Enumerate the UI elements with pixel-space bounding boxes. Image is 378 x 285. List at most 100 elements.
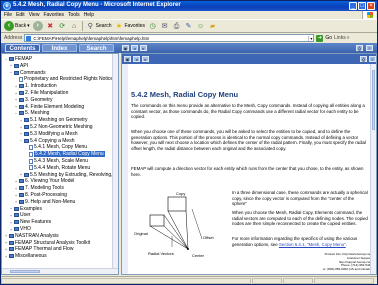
print-icon[interactable]: ⎙: [172, 22, 181, 31]
tree-item[interactable]: 5.4.3 Mesh, Scale Menu: [24, 158, 88, 164]
tree-item[interactable]: +5.2 Non-Geometric Meshing: [19, 124, 93, 130]
expand-node-icon[interactable]: +: [14, 193, 18, 198]
mail-icon[interactable]: ✉: [160, 22, 169, 31]
address-dropdown-icon[interactable]: ▾: [308, 35, 313, 41]
forward-button[interactable]: ›: [32, 21, 43, 31]
tree-item[interactable]: + Examples: [9, 206, 42, 212]
tree-item[interactable]: +5.5 Meshing by Extruding, Revolving, a: [19, 172, 117, 178]
tree-item[interactable]: +7. Modeling Tools: [14, 185, 64, 191]
links-button[interactable]: Links »: [334, 35, 349, 41]
tree-item[interactable]: − 5. Meshing: [14, 110, 50, 116]
topic-forward-icon[interactable]: ▸: [142, 56, 149, 62]
expand-node-icon[interactable]: +: [14, 91, 18, 96]
tree-vertical-scrollbar[interactable]: [112, 54, 118, 268]
expand-node-icon[interactable]: +: [9, 213, 13, 218]
tree-item[interactable]: + FEMAP Structural Analysis Toolkit: [4, 240, 90, 246]
close-button[interactable]: ×: [367, 2, 375, 10]
menu-favorites[interactable]: Favorites: [43, 12, 64, 18]
tab-index[interactable]: Index: [42, 44, 77, 52]
history-icon[interactable]: ◷: [148, 22, 157, 31]
tab-search[interactable]: Search: [79, 44, 114, 52]
tree-item[interactable]: + User: [9, 212, 31, 218]
print-topic-icon[interactable]: ⎙: [356, 45, 363, 51]
tree-item[interactable]: + Miscellaneous: [4, 253, 47, 259]
tree-item[interactable]: + NASTRAN Analysis: [4, 233, 59, 239]
search-button[interactable]: ⚲ Search: [86, 22, 112, 31]
section-link[interactable]: Section 5.4.1, "Mesh, Copy Menu": [279, 242, 346, 247]
expand-node-icon[interactable]: +: [4, 240, 8, 245]
topic-options-icon[interactable]: ≡: [369, 56, 376, 62]
maximize-button[interactable]: □: [358, 2, 366, 10]
expand-node-icon[interactable]: +: [19, 118, 23, 123]
tree-item[interactable]: + FEMAP Thermal and Flow: [4, 246, 74, 252]
tree-item[interactable]: +6. Viewing Your Model: [14, 178, 75, 184]
collapse-node-icon[interactable]: −: [4, 57, 8, 62]
topic-back-icon[interactable]: ◂: [133, 56, 140, 62]
title-bar[interactable]: e 5.4.2 Mesh, Radial Copy Menu - Microso…: [1, 1, 377, 11]
tree-horizontal-scrollbar[interactable]: [2, 268, 118, 274]
tree-item[interactable]: +5.1 Meshing on Geometry: [19, 117, 88, 123]
menu-help[interactable]: Help: [84, 12, 94, 18]
expand-node-icon[interactable]: +: [14, 179, 18, 184]
favorites-button[interactable]: ★ Favorites: [114, 22, 145, 31]
back-button[interactable]: ‹ Back ▾: [4, 21, 30, 31]
expand-node-icon[interactable]: +: [4, 247, 8, 252]
expand-node-icon[interactable]: +: [14, 186, 18, 191]
next-topic-icon[interactable]: ▸: [140, 45, 147, 51]
tree-item[interactable]: − FEMAP: [4, 56, 32, 62]
tab-contents[interactable]: Contents: [5, 44, 40, 52]
expand-node-icon[interactable]: +: [9, 227, 13, 232]
menu-tools[interactable]: Tools: [68, 12, 80, 18]
tree-item[interactable]: +5.3 Modifying a Mesh: [19, 131, 78, 137]
topic-scroll-thumb[interactable]: [372, 70, 375, 130]
topic-print-icon[interactable]: ⎙: [360, 56, 367, 62]
tree-item[interactable]: +1. Introduction: [14, 83, 57, 89]
go-label[interactable]: Go: [325, 35, 332, 41]
home-icon[interactable]: ⌂: [70, 22, 79, 31]
expand-node-icon[interactable]: +: [9, 63, 13, 68]
tree-item[interactable]: + API: [9, 63, 28, 69]
options-icon[interactable]: ≡: [366, 45, 373, 51]
previous-topic-icon[interactable]: ◂: [131, 45, 138, 51]
expand-node-icon[interactable]: +: [14, 97, 18, 102]
menu-edit[interactable]: Edit: [16, 12, 25, 18]
tree-item[interactable]: +3. Geometry: [14, 97, 53, 103]
refresh-icon[interactable]: ⟳: [58, 22, 67, 31]
hide-pane-icon[interactable]: ▣: [122, 45, 129, 51]
back-dropdown-icon[interactable]: ▾: [27, 23, 30, 29]
tree-item[interactable]: 5.4.4 Mesh, Rotate Menu: [24, 165, 90, 171]
expand-node-icon[interactable]: +: [19, 131, 23, 136]
tree-item[interactable]: +8. Post-Processing: [14, 192, 67, 198]
expand-node-icon[interactable]: +: [19, 172, 23, 177]
menu-view[interactable]: View: [29, 12, 40, 18]
collapse-node-icon[interactable]: −: [19, 138, 23, 143]
tree-item[interactable]: +4. Finite Element Modeling: [14, 104, 84, 110]
menu-file[interactable]: File: [4, 12, 12, 18]
expand-node-icon[interactable]: +: [14, 84, 18, 89]
tree-scroll-thumb[interactable]: [10, 270, 40, 273]
expand-node-icon[interactable]: +: [19, 125, 23, 130]
topic-vertical-scrollbar[interactable]: [370, 64, 376, 274]
expand-node-icon[interactable]: +: [9, 220, 13, 225]
expand-node-icon[interactable]: +: [9, 206, 13, 211]
expand-node-icon[interactable]: +: [4, 254, 8, 259]
expand-node-icon[interactable]: +: [14, 104, 18, 109]
expand-node-icon[interactable]: +: [14, 199, 18, 204]
tree-item[interactable]: + VHO: [9, 226, 31, 232]
messenger-icon[interactable]: ☺: [196, 22, 205, 31]
minimize-button[interactable]: _: [349, 2, 357, 10]
tree-item[interactable]: +9. Help and Non-Menu: [14, 199, 75, 205]
edit-icon[interactable]: ✎: [184, 22, 193, 31]
tree-item[interactable]: − 5.4 Copying a Mesh: [19, 138, 75, 144]
tree-item[interactable]: +2. File Manipulation: [14, 90, 69, 96]
tree-item[interactable]: 5.4.2 Mesh, Radial Copy Menu: [24, 151, 105, 158]
collapse-node-icon[interactable]: −: [14, 111, 18, 116]
sync-toc-icon[interactable]: ▣: [124, 56, 131, 62]
tree-item[interactable]: + New Features: [9, 219, 51, 225]
stop-icon[interactable]: ✖: [46, 22, 55, 31]
tree-item[interactable]: 5.4.1 Mesh, Copy Menu: [24, 144, 87, 150]
expand-node-icon[interactable]: +: [4, 233, 8, 238]
tree-item[interactable]: Proprietary and Restricted Rights Notice: [14, 76, 113, 82]
address-input[interactable]: C:\FEMAP\Help\femaphelp\femaphelp\htm\fe…: [24, 34, 315, 42]
collapse-node-icon[interactable]: −: [9, 70, 13, 75]
